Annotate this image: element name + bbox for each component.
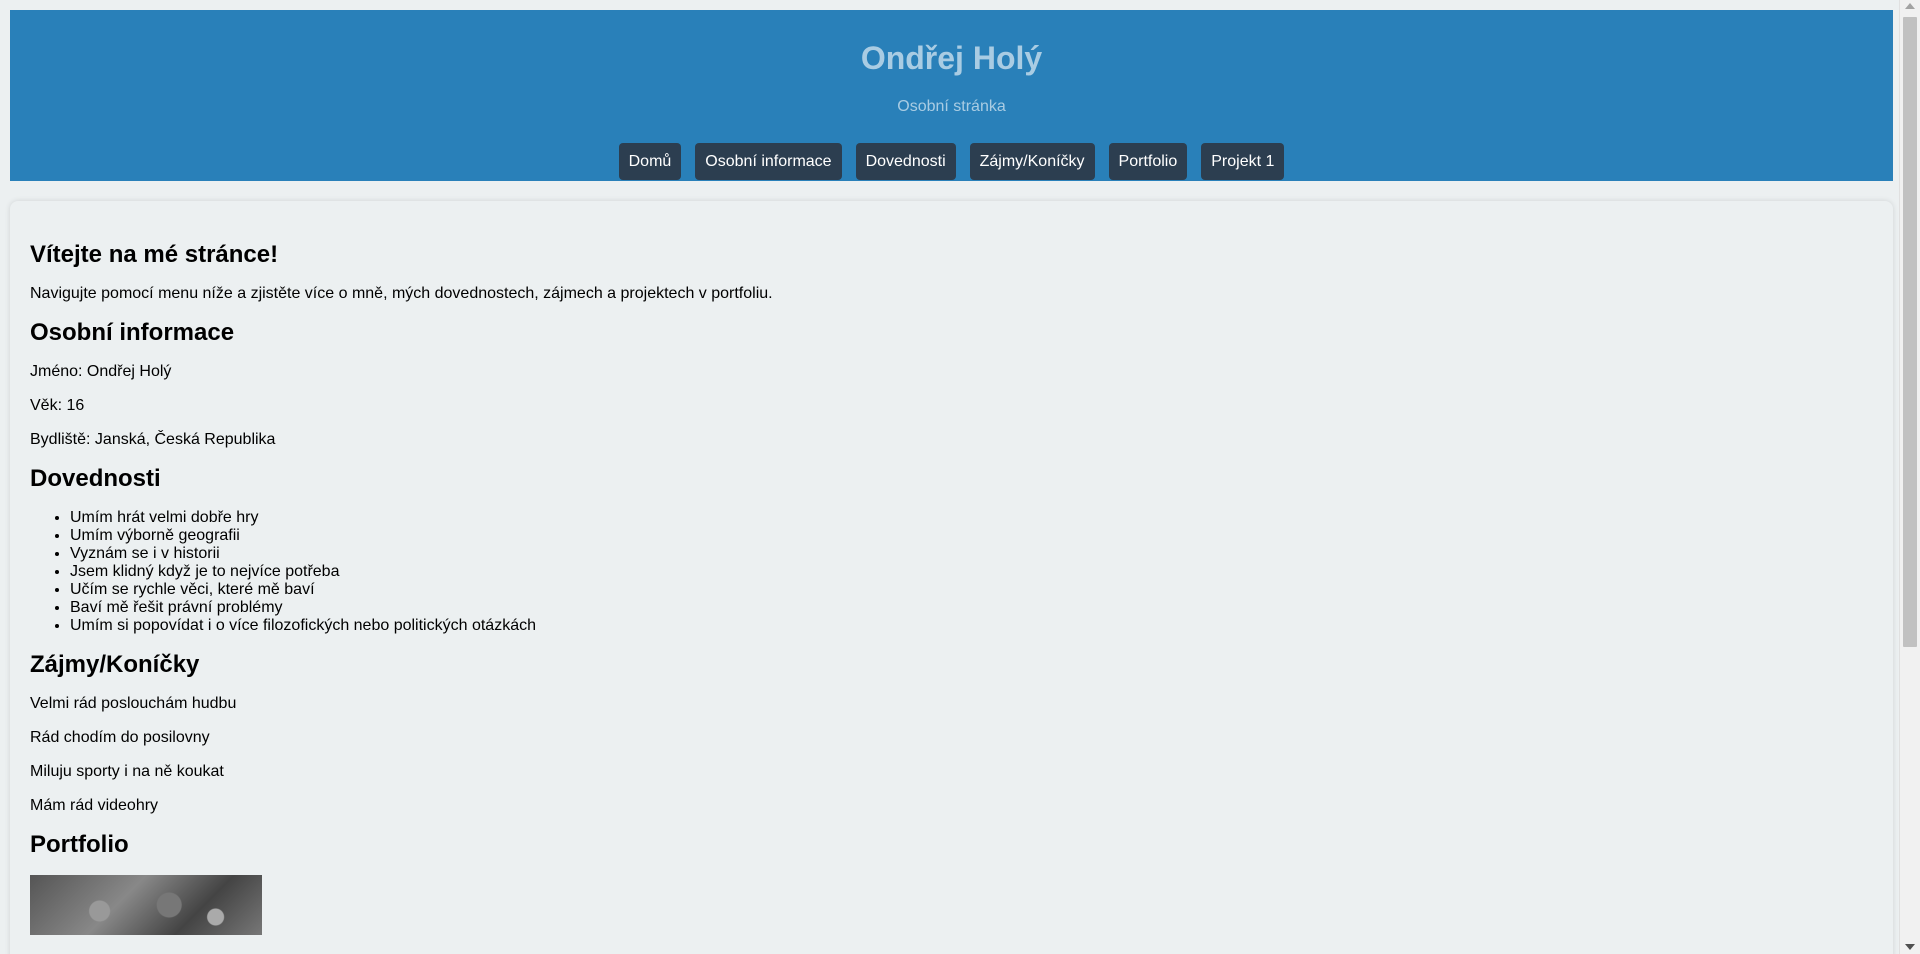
skills-section: Dovednosti Umím hrát velmi dobře hry Umí… xyxy=(30,465,1873,635)
skills-list: Umím hrát velmi dobře hry Umím výborně g… xyxy=(30,509,1873,635)
vertical-scrollbar[interactable] xyxy=(1899,0,1920,954)
list-item: Umím výborně geografii xyxy=(70,527,1873,545)
personal-age: Věk: 16 xyxy=(30,397,85,414)
hobby-item: Velmi rád poslouchám hudbu xyxy=(30,695,237,712)
main-nav: Domů Osobní informace Dovednosti Zájmy/K… xyxy=(10,143,1893,180)
hobby-item: Miluju sporty i na ně koukat xyxy=(30,763,224,780)
nav-project-1[interactable]: Projekt 1 xyxy=(1201,143,1285,180)
nav-skills[interactable]: Dovednosti xyxy=(855,143,956,180)
list-item: Učím se rychle věci, které mě baví xyxy=(70,581,1873,599)
nav-personal-info[interactable]: Osobní informace xyxy=(695,143,842,180)
nav-home[interactable]: Domů xyxy=(618,143,682,180)
welcome-heading: Vítejte na mé stránce! xyxy=(30,241,279,268)
hobby-item: Mám rád videohry xyxy=(30,797,159,814)
list-item: Baví mě řešit právní problémy xyxy=(70,599,1873,617)
hobbies-section: Zájmy/Koníčky Velmi rád poslouchám hudbu… xyxy=(30,651,1873,815)
hobbies-heading: Zájmy/Koníčky xyxy=(30,651,200,678)
personal-name: Jméno: Ondřej Holý xyxy=(30,363,172,380)
welcome-text: Navigujte pomocí menu níže a zjistěte ví… xyxy=(30,285,773,302)
portfolio-heading: Portfolio xyxy=(30,831,129,858)
main-content: Vítejte na mé stránce! Navigujte pomocí … xyxy=(10,201,1893,954)
site-subtitle: Osobní stránka xyxy=(897,98,1006,115)
browser-viewport: Ondřej Holý Osobní stránka Domů Osobní i… xyxy=(0,0,1920,954)
list-item: Umím hrát velmi dobře hry xyxy=(70,509,1873,527)
list-item: Vyznám se i v historii xyxy=(70,545,1873,563)
personal-info-heading: Osobní informace xyxy=(30,319,235,346)
welcome-section: Vítejte na mé stránce! Navigujte pomocí … xyxy=(30,241,1873,303)
scroll-thumb[interactable] xyxy=(1903,17,1917,647)
list-item: Jsem klidný když je to nejvíce potřeba xyxy=(70,563,1873,581)
scroll-down-arrow-icon[interactable] xyxy=(1905,944,1915,950)
portfolio-section: Portfolio xyxy=(30,831,1873,935)
page: Ondřej Holý Osobní stránka Domů Osobní i… xyxy=(0,0,1899,954)
nav-portfolio[interactable]: Portfolio xyxy=(1108,143,1188,180)
hobby-item: Rád chodím do posilovny xyxy=(30,729,210,746)
nav-hobbies[interactable]: Zájmy/Koníčky xyxy=(969,143,1095,180)
portfolio-image xyxy=(30,875,262,935)
personal-info-section: Osobní informace Jméno: Ondřej Holý Věk:… xyxy=(30,319,1873,449)
skills-heading: Dovednosti xyxy=(30,465,161,492)
personal-residence: Bydliště: Janská, Česká Republika xyxy=(30,431,276,448)
site-header: Ondřej Holý Osobní stránka Domů Osobní i… xyxy=(10,10,1893,181)
list-item: Umím si popovídat i o více filozofických… xyxy=(70,617,1873,635)
scroll-up-arrow-icon[interactable] xyxy=(1905,3,1915,9)
site-title: Ondřej Holý xyxy=(860,40,1043,76)
